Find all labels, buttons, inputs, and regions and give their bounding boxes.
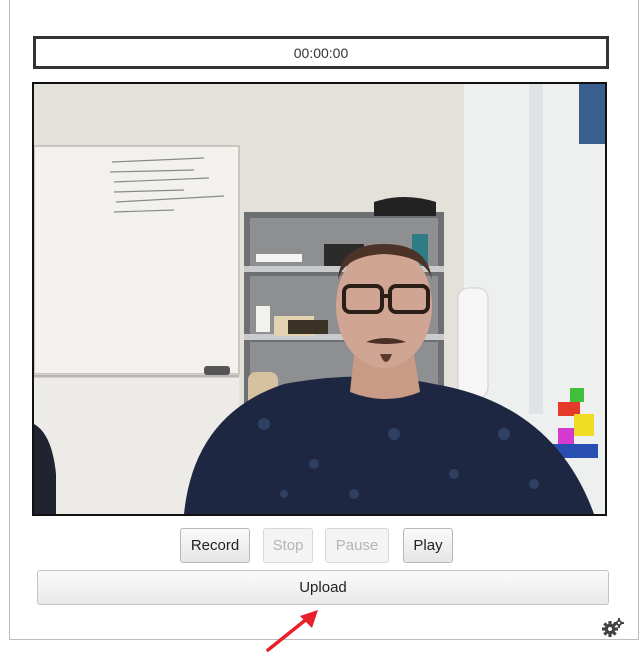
pause-button[interactable]: Pause (325, 528, 389, 563)
recorder-controls: Record Stop Pause Play (0, 528, 641, 564)
gear-icon[interactable] (600, 616, 626, 638)
recording-timer: 00:00:00 (33, 36, 609, 69)
timer-text: 00:00:00 (293, 44, 349, 61)
webcam-frame-image (34, 84, 605, 514)
webcam-preview (32, 82, 607, 516)
stop-button[interactable]: Stop (263, 528, 313, 563)
red-arrow-icon (266, 610, 318, 652)
upload-button[interactable]: Upload (37, 570, 609, 605)
play-button[interactable]: Play (403, 528, 453, 563)
record-button[interactable]: Record (180, 528, 250, 563)
